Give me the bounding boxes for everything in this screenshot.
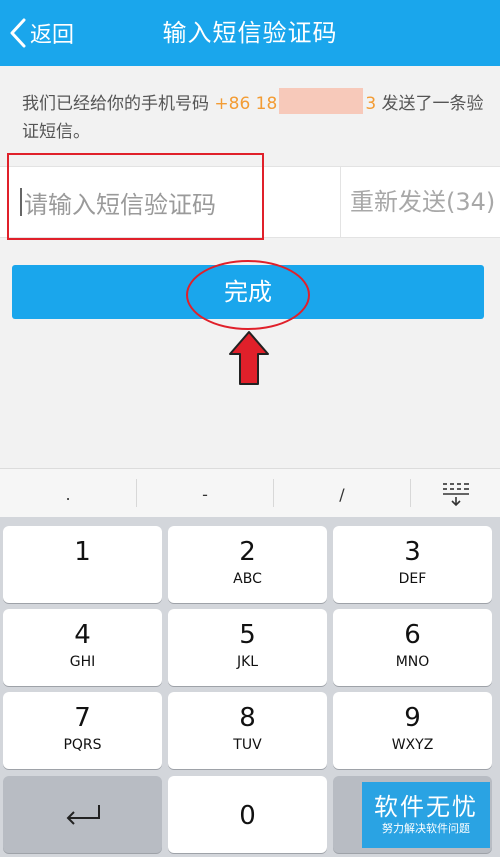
resend-button[interactable]: 重新发送(34) xyxy=(350,167,495,237)
key-digit: 0 xyxy=(239,801,256,831)
key-digit: 1 xyxy=(74,537,91,567)
key-8[interactable]: 8 TUV xyxy=(168,692,327,769)
key-7[interactable]: 7 PQRS xyxy=(3,692,162,769)
key-letters: TUV xyxy=(233,737,262,753)
key-digit: 5 xyxy=(239,620,256,650)
page-title: 输入短信验证码 xyxy=(162,19,338,47)
phone-mask xyxy=(279,88,364,114)
header-bar: 返回 输入短信验证码 xyxy=(0,0,500,66)
highlight-box xyxy=(7,153,264,240)
key-digit: 9 xyxy=(404,703,421,733)
watermark-logo: 软件无忧 努力解决软件问题 xyxy=(362,782,490,848)
symbol-key-dash[interactable]: - xyxy=(137,469,273,517)
keyboard-symbol-bar: . - / xyxy=(0,468,500,517)
key-digit: 8 xyxy=(239,703,256,733)
key-9[interactable]: 9 WXYZ xyxy=(333,692,492,769)
key-5[interactable]: 5 JKL xyxy=(168,609,327,686)
highlight-ellipse xyxy=(186,260,310,330)
key-digit: 7 xyxy=(74,703,91,733)
key-0[interactable]: 0 xyxy=(168,776,327,853)
key-4[interactable]: 4 GHI xyxy=(3,609,162,686)
sms-notice: 我们已经给你的手机号码 +86 18 3 发送了一条验证短信。 xyxy=(22,88,484,146)
symbol-key-dot[interactable]: . xyxy=(0,469,136,517)
up-arrow-icon xyxy=(228,330,270,390)
phone-end: 3 xyxy=(365,94,377,114)
key-letters: ABC xyxy=(233,571,262,587)
key-1[interactable]: 1 xyxy=(3,526,162,603)
symbol-key-slash[interactable]: / xyxy=(274,469,410,517)
notice-prefix: 我们已经给你的手机号码 xyxy=(22,94,215,114)
input-divider xyxy=(340,167,341,237)
key-digit: 3 xyxy=(404,537,421,567)
key-letters: DEF xyxy=(398,571,427,587)
key-2[interactable]: 2 ABC xyxy=(168,526,327,603)
key-letters: JKL xyxy=(236,654,259,670)
key-letters: GHI xyxy=(69,654,96,670)
key-6[interactable]: 6 MNO xyxy=(333,609,492,686)
key-digit: 2 xyxy=(239,537,256,567)
phone-start: +86 18 xyxy=(214,94,278,114)
key-digit: 6 xyxy=(404,620,421,650)
enter-key[interactable] xyxy=(3,776,162,853)
key-3[interactable]: 3 DEF xyxy=(333,526,492,603)
enter-icon xyxy=(63,805,103,832)
watermark-subtitle: 努力解决软件问题 xyxy=(382,822,470,835)
key-digit: 4 xyxy=(74,620,91,650)
keyboard-hide-icon[interactable] xyxy=(411,469,500,517)
key-letters: MNO xyxy=(395,654,430,670)
watermark-title: 软件无忧 xyxy=(374,793,478,821)
key-letters: WXYZ xyxy=(391,737,434,753)
key-letters: PQRS xyxy=(63,737,102,753)
